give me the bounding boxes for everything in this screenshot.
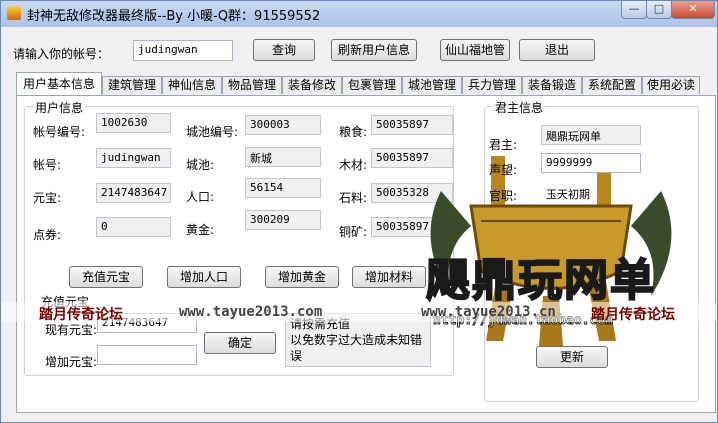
account-no-label: 帐号编号:: [33, 125, 86, 139]
add-yuanbao-label: 增加元宝:: [45, 355, 98, 369]
add-material-button[interactable]: 增加材料: [352, 266, 426, 288]
food-label: 粮食:: [339, 125, 368, 139]
account-prompt-label: 请输入你的帐号：: [13, 47, 110, 61]
tab-immortal[interactable]: 神仙信息: [162, 76, 222, 94]
tab-forging[interactable]: 装备锻造: [522, 76, 582, 94]
watermark-forum-right: 踏月传奇论坛: [591, 307, 675, 323]
minimize-icon: —: [628, 2, 640, 15]
tab-equipment-edit[interactable]: 装备修改: [282, 76, 342, 94]
gold-field[interactable]: 300209: [245, 210, 321, 230]
city-no-label: 城池编号:: [186, 125, 239, 139]
tab-items[interactable]: 物品管理: [222, 76, 282, 94]
copper-label: 铜矿:: [339, 225, 368, 239]
coupon-label: 点券:: [33, 228, 62, 242]
minimize-button[interactable]: —: [621, 1, 647, 19]
city-field[interactable]: 新城: [245, 147, 321, 167]
add-gold-button[interactable]: 增加黄金: [265, 266, 339, 288]
recharge-note-line: 以免数字过大造成未知错误: [290, 333, 423, 363]
official-field[interactable]: 玉天初期: [541, 183, 641, 203]
account-field[interactable]: judingwan: [96, 148, 171, 168]
close-button[interactable]: ✕: [671, 1, 715, 19]
lord-field[interactable]: 飓鼎玩网单: [541, 125, 641, 145]
fairy-mountain-button[interactable]: 仙山福地管: [440, 39, 510, 61]
city-label: 城池:: [186, 158, 215, 172]
yuanbao-label: 元宝:: [33, 191, 62, 205]
app-icon: [7, 6, 21, 20]
wood-label: 木材:: [339, 158, 368, 172]
city-no-field[interactable]: 300003: [245, 115, 321, 135]
confirm-button[interactable]: 确定: [204, 332, 276, 354]
exit-button[interactable]: 退出: [519, 39, 595, 61]
maximize-button[interactable]: □: [646, 1, 672, 19]
query-button[interactable]: 查询: [253, 39, 315, 61]
tab-readme[interactable]: 使用必读: [642, 76, 700, 94]
watermark-url-right: www.tayue2013.cn: [421, 304, 556, 320]
app-window: 封神无敌修改器最终版--By 小暖-Q群：91559552 — □ ✕ 请输入你…: [0, 0, 718, 423]
prestige-input[interactable]: 9999999: [541, 153, 641, 173]
recharge-yuanbao-button[interactable]: 充值元宝: [69, 266, 143, 288]
tab-user-basic-info[interactable]: 用户基本信息: [16, 72, 102, 96]
prestige-label: 声望:: [489, 163, 518, 177]
add-yuanbao-input[interactable]: [97, 345, 197, 365]
add-population-button[interactable]: 增加人口: [167, 266, 241, 288]
stone-label: 石料:: [339, 191, 368, 205]
tab-system-config[interactable]: 系统配置: [582, 76, 642, 94]
official-label: 官职:: [489, 189, 518, 203]
account-no-field[interactable]: 1002630: [96, 113, 171, 133]
watermark-forum-left: 踏月传奇论坛: [39, 307, 123, 323]
lord-label: 君主:: [489, 138, 518, 152]
gold-label: 黄金:: [186, 223, 215, 237]
window-title: 封神无敌修改器最终版--By 小暖-Q群：91559552: [27, 9, 321, 24]
yuanbao-field[interactable]: 2147483647: [96, 183, 171, 203]
logo-text: 飓鼎玩网单: [425, 254, 656, 307]
population-field[interactable]: 56154: [245, 178, 321, 198]
tab-inventory[interactable]: 包裹管理: [342, 76, 402, 94]
refresh-user-button[interactable]: 刷新用户信息: [331, 39, 417, 61]
user-info-legend: 用户信息: [33, 99, 86, 116]
close-icon: ✕: [688, 2, 698, 15]
tab-troops[interactable]: 兵力管理: [462, 76, 522, 94]
tab-building[interactable]: 建筑管理: [102, 76, 162, 94]
title-bar: 封神无敌修改器最终版--By 小暖-Q群：91559552 — □ ✕: [1, 1, 717, 27]
tab-city[interactable]: 城池管理: [402, 76, 462, 94]
lord-info-legend: 君主信息: [493, 99, 546, 116]
coupon-field[interactable]: 0: [96, 217, 171, 237]
account-input[interactable]: judingwan: [133, 40, 233, 61]
population-label: 人口:: [186, 190, 215, 204]
maximize-icon: □: [653, 2, 665, 15]
update-lord-button[interactable]: 更新: [536, 346, 608, 368]
account-label: 帐号:: [33, 158, 62, 172]
watermark-url-left: www.tayue2013.com: [179, 304, 323, 320]
